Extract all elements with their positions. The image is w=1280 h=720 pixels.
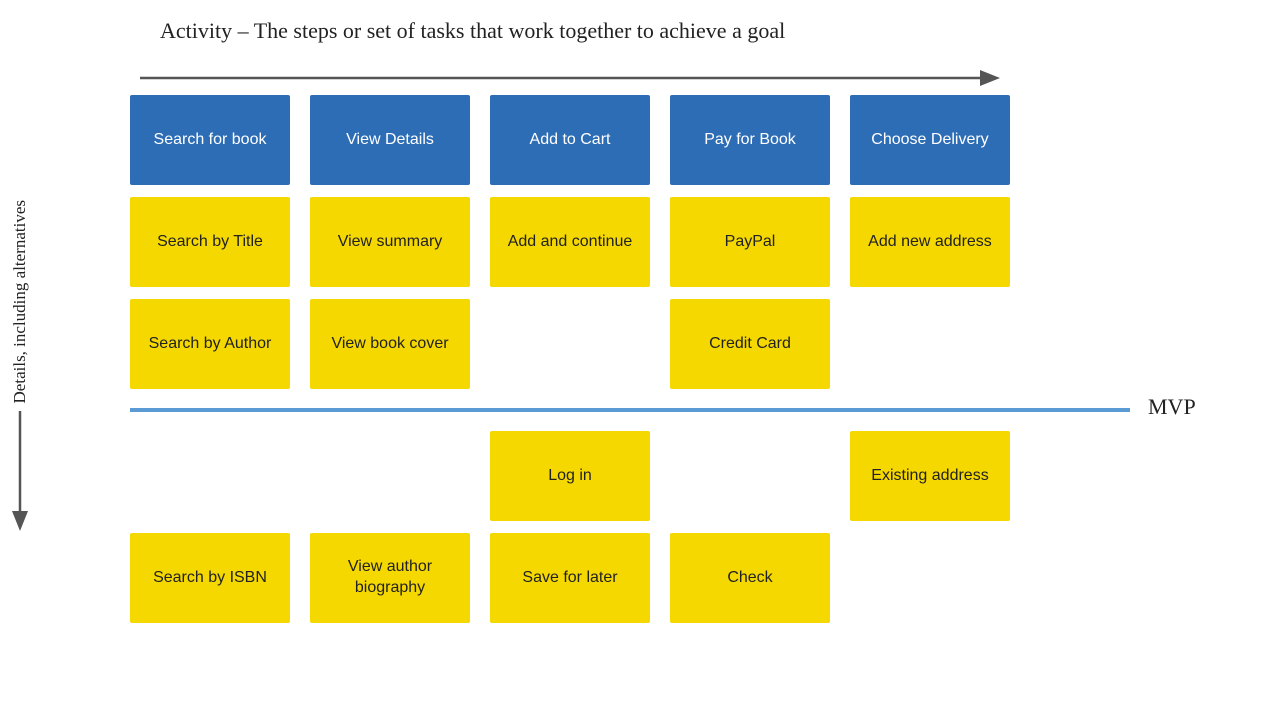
task-above-1-0: Search by Author: [130, 299, 290, 389]
top-arrow: [140, 68, 1000, 88]
task-below-0-2: Log in: [490, 431, 650, 521]
task-above-0-1: View summary: [310, 197, 470, 287]
task-below-0-4: Existing address: [850, 431, 1010, 521]
header-card-3: Pay for Book: [670, 95, 830, 185]
y-axis-label: Details, including alternatives: [5, 200, 35, 620]
task-above-1-3: Credit Card: [670, 299, 830, 389]
mvp-label: MVP: [1148, 394, 1196, 420]
y-axis-arrow: [5, 411, 35, 531]
task-below-1-2: Save for later: [490, 533, 650, 623]
task-above-1-1: View book cover: [310, 299, 470, 389]
task-below-1-0: Search by ISBN: [130, 533, 290, 623]
task-below-1-3: Check: [670, 533, 830, 623]
task-above-0-0: Search by Title: [130, 197, 290, 287]
mvp-line: [130, 408, 1130, 412]
header-card-2: Add to Cart: [490, 95, 650, 185]
task-above-0-2: Add and continue: [490, 197, 650, 287]
page-title: Activity – The steps or set of tasks tha…: [160, 18, 1260, 44]
header-card-4: Choose Delivery: [850, 95, 1010, 185]
task-above-0-4: Add new address: [850, 197, 1010, 287]
header-card-0: Search for book: [130, 95, 290, 185]
main-grid: Search for bookView DetailsAdd to CartPa…: [130, 95, 1010, 623]
task-above-0-3: PayPal: [670, 197, 830, 287]
task-below-1-1: View author biography: [310, 533, 470, 623]
header-card-1: View Details: [310, 95, 470, 185]
